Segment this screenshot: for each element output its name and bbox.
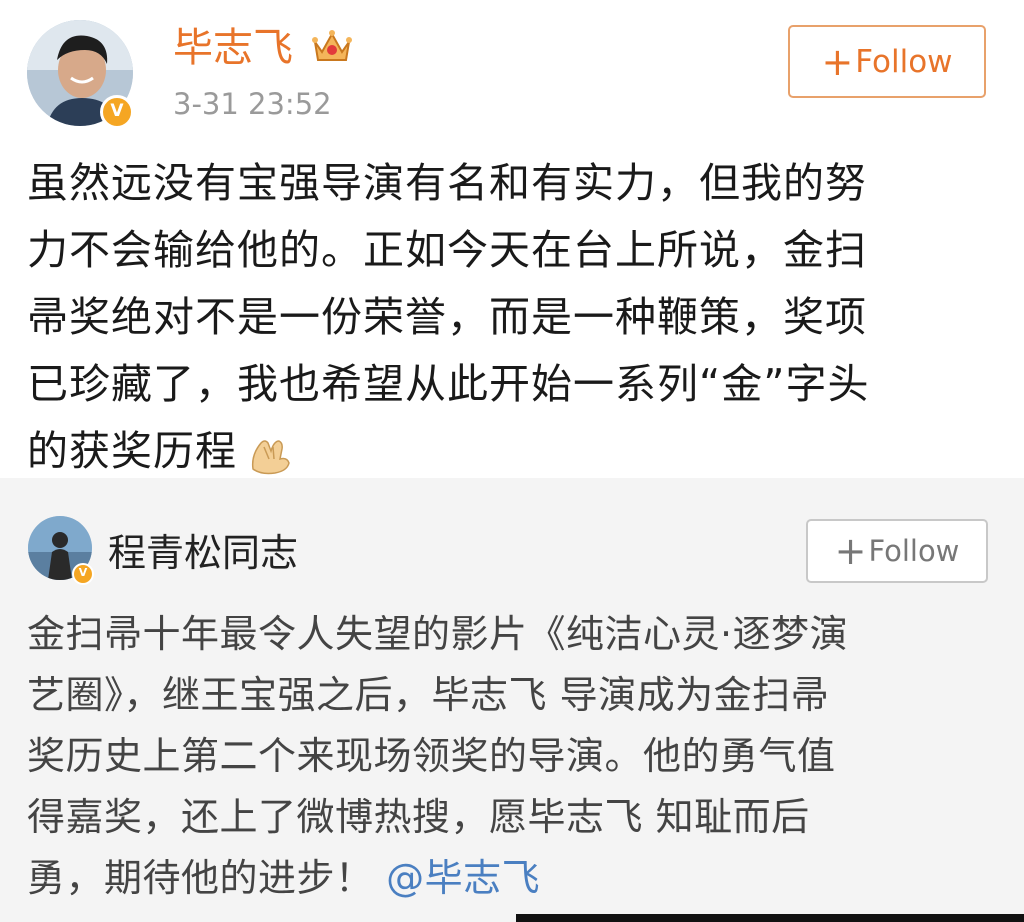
post-line: 已珍藏了，我也希望从此开始一系列“金”字头 <box>27 360 870 408</box>
follow-button[interactable]: + Follow <box>788 25 986 98</box>
post-timestamp: 3-31 23:52 <box>173 87 332 121</box>
plus-icon: + <box>821 39 854 84</box>
post-line: 虽然远没有宝强导演有名和有实力，但我的努 <box>27 159 867 207</box>
repost-line: 艺圈》，继王宝强之后，毕志飞 导演成为金扫帚 <box>27 673 830 717</box>
author-name[interactable]: 毕志飞 <box>173 22 293 74</box>
repost-follow-label: Follow <box>868 534 960 568</box>
crown-badge-icon <box>312 30 352 61</box>
repost-line: 金扫帚十年最令人失望的影片《纯洁心灵·逐梦演 <box>27 612 849 656</box>
repost-line: 得嘉奖，还上了微博热搜，愿毕志飞 知耻而后 <box>27 795 810 839</box>
repost-author-name[interactable]: 程青松同志 <box>108 529 298 577</box>
repost-body: 金扫帚十年最令人失望的影片《纯洁心灵·逐梦演 艺圈》，继王宝强之后，毕志飞 导演… <box>27 604 987 909</box>
repost-follow-button[interactable]: + Follow <box>806 519 988 583</box>
bottom-bar <box>516 914 1024 922</box>
verified-badge-icon: V <box>100 95 134 129</box>
post-line-text: 的获奖历程 <box>27 427 237 475</box>
repost-line-last: 勇，期待他的进步！ @毕志飞 <box>27 848 987 909</box>
post-line: 帚奖绝对不是一份荣誉，而是一种鞭策，奖项 <box>27 293 867 341</box>
repost-line: 奖历史上第二个来现场领奖的导演。他的勇气值 <box>27 734 836 778</box>
mention-link[interactable]: @毕志飞 <box>386 856 540 900</box>
repost-verified-badge-icon: V <box>72 563 94 585</box>
repost-line-text: 勇，期待他的进步！ <box>27 856 374 900</box>
clap-hands-icon <box>251 440 290 475</box>
post-line: 力不会输给他的。正如今天在台上所说，金扫 <box>27 226 867 274</box>
plus-icon: + <box>834 529 867 573</box>
post-body: 虽然远没有宝强导演有名和有实力，但我的努 力不会输给他的。正如今天在台上所说，金… <box>27 150 977 485</box>
follow-label: Follow <box>855 43 953 80</box>
post-line-last: 的获奖历程 <box>27 418 977 485</box>
